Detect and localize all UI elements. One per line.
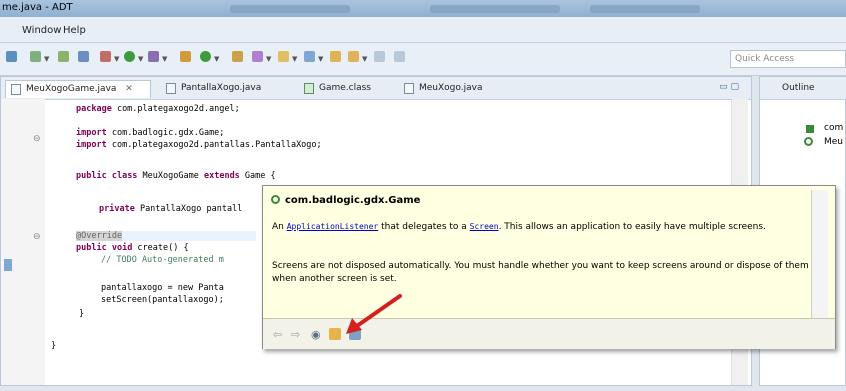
dropdown-icon[interactable]: ▼ — [318, 55, 323, 63]
code-line: pantallaxogo = new Panta — [101, 283, 224, 293]
outline-item[interactable]: com — [824, 123, 843, 133]
open-type-icon[interactable] — [232, 51, 243, 62]
outline-tab[interactable]: Outline — [760, 77, 846, 100]
link-screen[interactable]: Screen — [470, 222, 499, 231]
tab-meuxogogame[interactable]: MeuXogoGame.java ✕ — [5, 80, 151, 98]
java-file-icon — [404, 83, 414, 94]
code-line: public void create() { — [76, 243, 189, 253]
code-line: import com.badlogic.gdx.Game; — [76, 128, 225, 138]
dropdown-icon[interactable]: ▼ — [114, 55, 119, 63]
menu-bar: Window Help — [0, 17, 846, 43]
java-file-icon — [11, 84, 21, 95]
tab-label: MeuXogoGame.java — [26, 84, 117, 94]
quick-access-input[interactable]: Quick Access — [730, 50, 846, 68]
code-line: public class MeuXogoGame extends Game { — [76, 171, 276, 181]
pin-editor-icon[interactable] — [374, 51, 385, 62]
close-icon[interactable]: ✕ — [125, 84, 133, 94]
menu-item-help[interactable]: Help — [63, 25, 86, 36]
blurred-title — [430, 5, 560, 13]
code-line: } — [51, 341, 57, 351]
perspective-icon[interactable] — [394, 51, 405, 62]
outline-tab-label: Outline — [782, 83, 815, 93]
dropdown-icon[interactable]: ▼ — [162, 55, 167, 63]
override-marker-icon[interactable] — [4, 259, 12, 271]
tab-label: PantallaXogo.java — [181, 83, 262, 93]
dropdown-icon[interactable]: ▼ — [138, 55, 143, 63]
dropdown-icon[interactable]: ▼ — [292, 55, 297, 63]
code-line: package com.plategaxogo2d.angel; — [76, 104, 240, 114]
new-class-icon[interactable] — [200, 51, 211, 62]
new-project-icon[interactable] — [180, 51, 191, 62]
search-icon[interactable] — [252, 51, 263, 62]
run-icon[interactable] — [124, 51, 135, 62]
popup-scrollbar[interactable] — [811, 190, 828, 318]
debug-icon[interactable] — [100, 51, 111, 62]
code-line: } — [79, 309, 85, 319]
code-line: private PantallaXogo pantall — [99, 204, 243, 214]
blurred-title — [590, 5, 700, 13]
popup-paragraph: Screens are not disposed automatically. … — [272, 261, 809, 284]
window-title: me.java - ADT — [2, 2, 73, 13]
forward-icon[interactable]: ⇨ — [291, 329, 302, 340]
class-file-icon — [304, 83, 314, 94]
outline-item[interactable]: Meu — [824, 137, 843, 147]
fold-icon[interactable]: ⊖ — [33, 232, 41, 242]
lint-icon[interactable] — [78, 51, 89, 62]
back-icon[interactable]: ⇦ — [273, 329, 284, 340]
editor-gutter: ⊖ ⊖ — [1, 99, 45, 385]
class-icon — [804, 137, 813, 146]
save-icon[interactable] — [6, 51, 17, 62]
code-line-current: @Override — [76, 231, 256, 241]
dropdown-icon[interactable]: ▼ — [214, 55, 219, 63]
class-icon — [271, 195, 280, 204]
dropdown-icon[interactable]: ▼ — [266, 55, 271, 63]
editor-tabs: MeuXogoGame.java ✕ PantallaXogo.java Gam… — [1, 77, 751, 100]
pointer-arrow — [346, 294, 402, 334]
quick-access-placeholder: Quick Access — [735, 54, 795, 64]
tab-meuxogo[interactable]: MeuXogo.java — [399, 80, 509, 98]
android-sdk-icon[interactable] — [58, 51, 69, 62]
popup-title: com.badlogic.gdx.Game — [285, 195, 421, 206]
link-application-listener[interactable]: ApplicationListener — [287, 222, 379, 231]
dropdown-icon[interactable]: ▼ — [44, 55, 49, 63]
fold-icon[interactable]: ⊖ — [33, 134, 41, 144]
forward-icon[interactable] — [348, 51, 359, 62]
toolbar: ▼ ▼ ▼ ▼ ▼ ▼ ▼ ▼ ▼ — [0, 43, 846, 76]
code-line: setScreen(pantallaxogo); — [101, 295, 224, 305]
print-icon[interactable] — [30, 51, 41, 62]
annotation-icon[interactable] — [278, 51, 289, 62]
popup-paragraph: An ApplicationListener that delegates to… — [272, 222, 766, 232]
code-line: // TODO Auto-generated m — [101, 255, 224, 265]
next-annotation-icon[interactable] — [304, 51, 315, 62]
dropdown-icon[interactable]: ▼ — [362, 55, 367, 63]
java-file-icon — [166, 83, 176, 94]
open-external-icon[interactable]: ◉ — [311, 329, 322, 340]
tab-label: MeuXogo.java — [419, 83, 483, 93]
package-icon — [806, 125, 814, 133]
blurred-title — [230, 5, 350, 13]
editor-window-controls[interactable]: ▭ ▢ — [719, 82, 739, 92]
tab-pantallaxogo[interactable]: PantallaXogo.java — [161, 80, 285, 98]
title-bar: me.java - ADT — [0, 0, 846, 17]
code-line: import com.plategaxogo2d.pantallas.Panta… — [76, 140, 322, 150]
menu-item-window[interactable]: Window — [22, 25, 61, 36]
tab-game-class[interactable]: Game.class — [299, 80, 389, 98]
tab-label: Game.class — [319, 83, 371, 93]
back-icon[interactable] — [330, 51, 341, 62]
external-tools-icon[interactable] — [148, 51, 159, 62]
